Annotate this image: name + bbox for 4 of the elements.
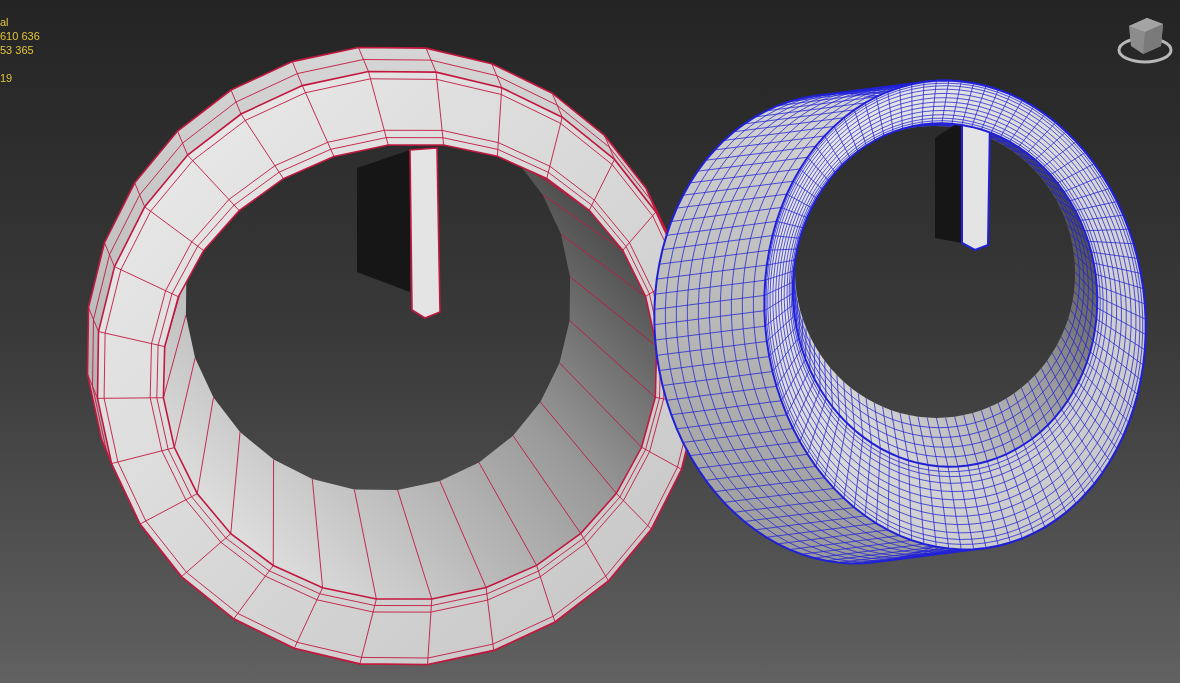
stat-text: al: [0, 15, 9, 29]
stat-text: 53 365: [0, 43, 34, 57]
stat-text: 610 636: [0, 29, 40, 43]
stat-text: 19: [0, 71, 13, 85]
